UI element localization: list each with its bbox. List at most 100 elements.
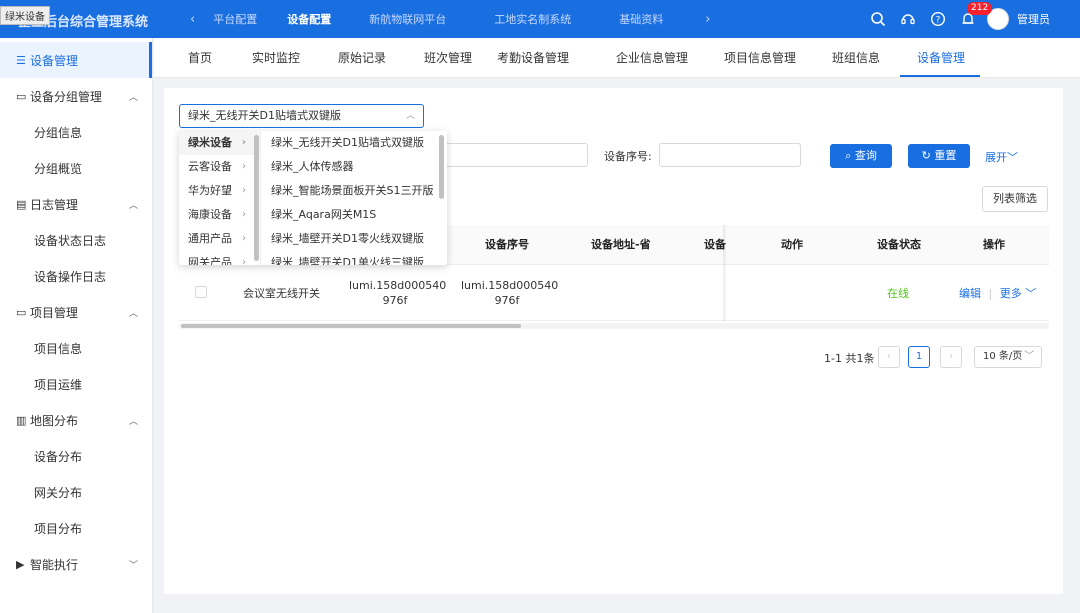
page-size-select[interactable]: 10 条/页 ﹀ (974, 346, 1042, 368)
cascader-option-brand[interactable]: 华为好望 › (179, 179, 260, 203)
sidebar-item-device-status-log[interactable]: 设备状态日志 (0, 222, 152, 258)
sidebar-group-project-management[interactable]: ▭ 项目管理 ︿ (0, 294, 152, 330)
device-type-select[interactable]: 绿米_无线开关D1贴墙式双键版 ︿ (179, 104, 424, 128)
top-right-tools: ? 212 管理员 (867, 0, 1080, 38)
tab-enterprise-info[interactable]: 企业信息管理 (616, 38, 688, 78)
sidebar-group-log-management[interactable]: ▤ 日志管理 ︿ (0, 186, 152, 222)
tab-attendance-device[interactable]: 考勤设备管理 (497, 38, 569, 78)
page-number-button[interactable]: 1 (908, 346, 930, 368)
sidebar-group-label: 设备分组管理 (30, 89, 103, 104)
sidebar-item-project-distribution[interactable]: 项目分布 (0, 510, 152, 546)
cascader-option-brand[interactable]: 绿米设备 › (179, 131, 260, 155)
prev-page-button[interactable]: ‹ (878, 346, 900, 368)
column-filter-button[interactable]: 列表筛选 (982, 186, 1048, 212)
cell-device-id: lumi.158d000540 976f (349, 278, 446, 308)
sidebar-item-group-overview[interactable]: 分组概览 (0, 150, 152, 186)
tab-realtime-monitor[interactable]: 实时监控 (252, 38, 300, 78)
document-icon: ▤ (16, 197, 27, 211)
expand-link-label: 展开 (985, 151, 1007, 164)
row-checkbox[interactable] (195, 286, 207, 298)
cell-status-online: 在线 (887, 287, 909, 300)
notification-bell-icon[interactable]: 212 (957, 2, 993, 30)
search-icon[interactable] (867, 8, 889, 30)
cascader-scrollbar[interactable] (254, 135, 259, 261)
cascader-option-model[interactable]: 绿米_墙壁开关D1零火线双键版 (262, 227, 447, 251)
query-button[interactable]: ⌕ 查询 (830, 144, 892, 168)
cascader-option-model[interactable]: 绿米_Aqara网关M1S (262, 203, 447, 227)
sidebar-group-smart-execution[interactable]: ▶ 智能执行 ﹀ (0, 546, 152, 582)
sidebar-item-device-management[interactable]: ☰ 设备管理 (0, 42, 152, 78)
help-icon[interactable]: ? (927, 8, 949, 30)
cell-device-name: 会议室无线开关 (243, 287, 320, 300)
col-header-status: 设备状态 (877, 238, 921, 251)
table-horizontal-scrollbar[interactable] (179, 323, 1049, 329)
cascader-option-brand[interactable]: 海康设备 › (179, 203, 260, 227)
pagination-summary: 1-1 共1条 (824, 352, 875, 365)
nav-prev-icon[interactable]: ‹ (190, 12, 195, 27)
sidebar-item-device-operation-log[interactable]: 设备操作日志 (0, 258, 152, 294)
cell-device-id-line1: lumi.158d000540 (349, 279, 447, 292)
sidebar-item-group-info[interactable]: 分组信息 (0, 114, 152, 150)
cascader-option-model[interactable]: 绿米_墙壁开关D1单火线三键版 (262, 251, 447, 265)
hover-tooltip: 绿米设备 (0, 6, 50, 25)
tab-team-info[interactable]: 班组信息 (832, 38, 880, 78)
cascader-option-brand[interactable]: 云客设备 › (179, 155, 260, 179)
cascader-option-model[interactable]: 绿米_智能场景面板开关S1三开版 (262, 179, 447, 203)
cell-device-serial-line1: lumi.158d000540 (461, 279, 559, 292)
cascader-option-brand[interactable]: 网关产品 › (179, 251, 260, 265)
chevron-right-icon: › (242, 185, 246, 196)
sidebar-item-device-distribution[interactable]: 设备分布 (0, 438, 152, 474)
chevron-down-icon: ﹀ (1007, 151, 1018, 164)
more-link[interactable]: 更多 ﹀ (1000, 287, 1037, 300)
nav-next-icon[interactable]: › (705, 12, 710, 27)
topnav-basic-data[interactable]: 基础资料 (619, 11, 663, 27)
chevron-up-icon: ︿ (128, 416, 138, 427)
sidebar-item-project-info[interactable]: 项目信息 (0, 330, 152, 366)
support-icon[interactable] (897, 8, 919, 30)
serial-label: 设备序号: (604, 150, 652, 163)
scrollbar-thumb[interactable] (181, 324, 521, 328)
chevron-up-icon: ︿ (128, 92, 138, 103)
cell-device-serial-line2: 976f (494, 294, 520, 307)
topnav-iot-platform[interactable]: 新航物联网平台 (369, 11, 446, 27)
cascader-option-label: 通用产品 (188, 232, 232, 245)
topnav-platform-config[interactable]: 平台配置 (213, 11, 257, 27)
sidebar-group-map-distribution[interactable]: ▥ 地图分布 ︿ (0, 402, 152, 438)
col-header-province: 设备地址-省 (591, 238, 651, 251)
cell-device-serial: lumi.158d000540 976f (461, 278, 558, 308)
tab-shift-management[interactable]: 班次管理 (424, 38, 472, 78)
filter-input[interactable] (440, 143, 588, 167)
expand-link[interactable]: 展开﹀ (985, 149, 1018, 165)
refresh-icon: ↻ (921, 149, 935, 162)
username[interactable]: 管理员 (1017, 11, 1050, 27)
cascader-option-label: 华为好望 (188, 184, 232, 197)
sidebar-item-project-ops[interactable]: 项目运维 (0, 366, 152, 402)
page-tabs: 首页 实时监控 原始记录 班次管理 考勤设备管理 企业信息管理 项目信息管理 班… (154, 38, 1080, 78)
tab-project-info[interactable]: 项目信息管理 (724, 38, 796, 78)
chevron-up-icon: ︿ (128, 200, 138, 211)
sidebar-group-device-grouping[interactable]: ▭ 设备分组管理 ︿ (0, 78, 152, 114)
tab-raw-records[interactable]: 原始记录 (338, 38, 386, 78)
topnav-device-config[interactable]: 设备配置 (287, 11, 331, 27)
serial-input[interactable] (659, 143, 801, 167)
topnav-realname-system[interactable]: 工地实名制系统 (494, 11, 571, 27)
more-link-label: 更多 (999, 287, 1022, 300)
cascader-scrollbar[interactable] (439, 135, 444, 199)
cascader-option-model[interactable]: 绿米_人体传感器 (262, 155, 447, 179)
next-page-button[interactable]: › (940, 346, 962, 368)
operation-separator: | (988, 287, 993, 300)
page-size-value: 10 条/页 (983, 351, 1023, 362)
edit-link[interactable]: 编辑 (959, 287, 981, 300)
col-header-serial: 设备序号 (485, 238, 529, 251)
cascader-option-model[interactable]: 绿米_无线开关D1贴墙式双键版 (262, 131, 447, 155)
sidebar-item-gateway-distribution[interactable]: 网关分布 (0, 474, 152, 510)
col-header-operation: 操作 (983, 238, 1005, 251)
reset-button[interactable]: ↻ 重置 (908, 144, 970, 168)
cascader-option-brand[interactable]: 通用产品 › (179, 227, 260, 251)
list-icon: ☰ (16, 53, 26, 67)
active-tab-indicator (900, 75, 980, 77)
sidebar-group-label: 地图分布 (30, 413, 79, 428)
tab-home[interactable]: 首页 (188, 38, 212, 78)
tab-device-management[interactable]: 设备管理 (917, 38, 965, 78)
svg-text:?: ? (936, 16, 941, 26)
